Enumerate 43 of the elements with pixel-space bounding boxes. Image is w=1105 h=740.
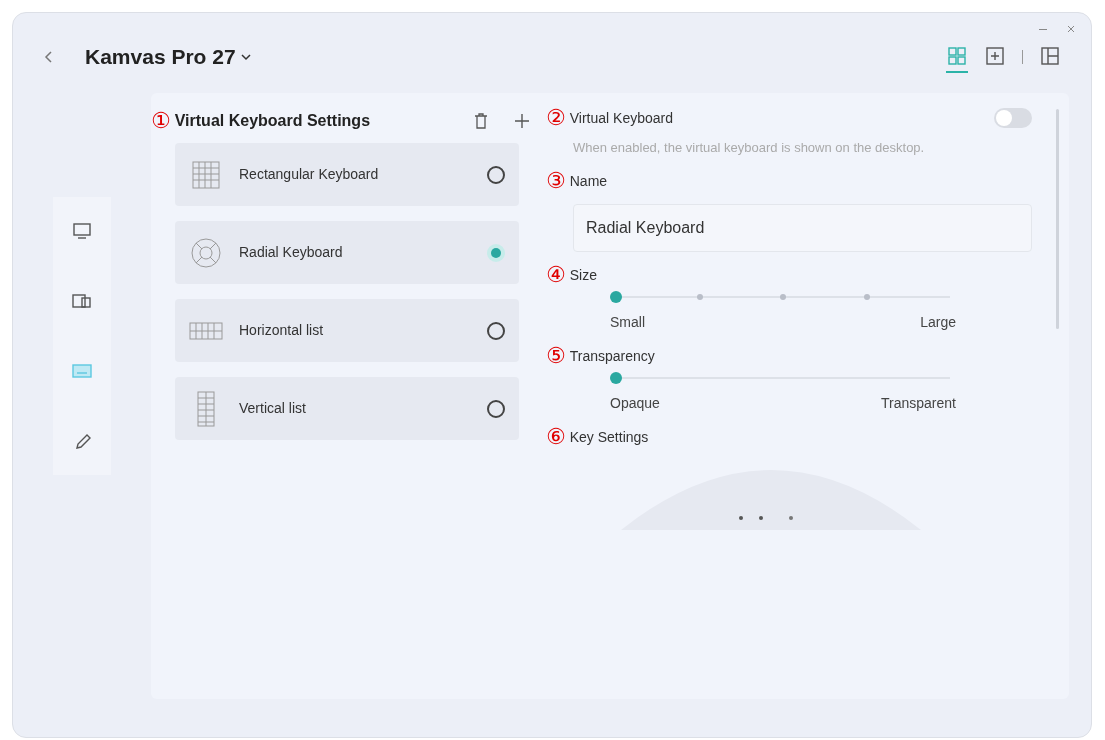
radio-button[interactable] <box>487 165 505 184</box>
ring-keyboard-icon <box>190 236 222 269</box>
radio-button[interactable] <box>487 399 505 418</box>
toggle-switch[interactable] <box>994 108 1032 128</box>
grid-keyboard-icon <box>191 159 221 190</box>
annotation-number: ⑥ <box>546 426 566 448</box>
option-label: Horizontal list <box>239 321 324 340</box>
plus-icon[interactable] <box>513 112 531 130</box>
annotation-number: ① <box>151 110 171 132</box>
chevron-down-icon[interactable] <box>239 52 252 62</box>
column-keyboard-icon <box>195 390 217 427</box>
keyboard-option[interactable]: Rectangular Keyboard <box>175 143 519 206</box>
slider-min-label: Opaque <box>610 394 660 413</box>
row-keyboard-icon <box>189 319 223 342</box>
setting-label: Key Settings <box>569 427 649 447</box>
name-input-field[interactable]: Radial Keyboard <box>573 204 1032 252</box>
option-label: Radial Keyboard <box>239 243 343 262</box>
slider-thumb[interactable] <box>610 372 622 384</box>
annotation-number: ③ <box>546 170 566 192</box>
slider-min-label: Small <box>610 313 645 332</box>
keyboard-option[interactable]: Horizontal list <box>175 299 519 362</box>
section-title: Virtual Keyboard Settings <box>174 111 371 131</box>
option-label: Vertical list <box>239 399 306 418</box>
setting-label: Virtual Keyboard <box>569 108 673 128</box>
setting-label: Size <box>569 265 597 285</box>
slider-max-label: Transparent <box>881 394 956 413</box>
close-icon[interactable] <box>1067 25 1075 33</box>
keyboard-option[interactable]: Radial Keyboard <box>175 221 519 284</box>
option-label: Rectangular Keyboard <box>239 165 379 184</box>
device-title[interactable]: Kamvas Pro 27 <box>85 41 236 73</box>
slider-thumb[interactable] <box>610 291 622 303</box>
trash-icon[interactable] <box>473 112 489 130</box>
setting-label: Transparency <box>569 346 655 366</box>
radio-button[interactable] <box>487 321 505 340</box>
keyboard-option[interactable]: Vertical list <box>175 377 519 440</box>
back-icon[interactable] <box>43 50 55 64</box>
slider-max-label: Large <box>920 313 956 332</box>
setting-label: Name <box>569 171 608 191</box>
annotation-number: ⑤ <box>546 345 566 367</box>
setting-description: When enabled, the virtual keyboard is shown on the desktop. <box>572 139 926 157</box>
annotation-number: ② <box>546 107 566 129</box>
radio-button[interactable] <box>487 243 505 262</box>
annotation-number: ④ <box>546 264 566 286</box>
